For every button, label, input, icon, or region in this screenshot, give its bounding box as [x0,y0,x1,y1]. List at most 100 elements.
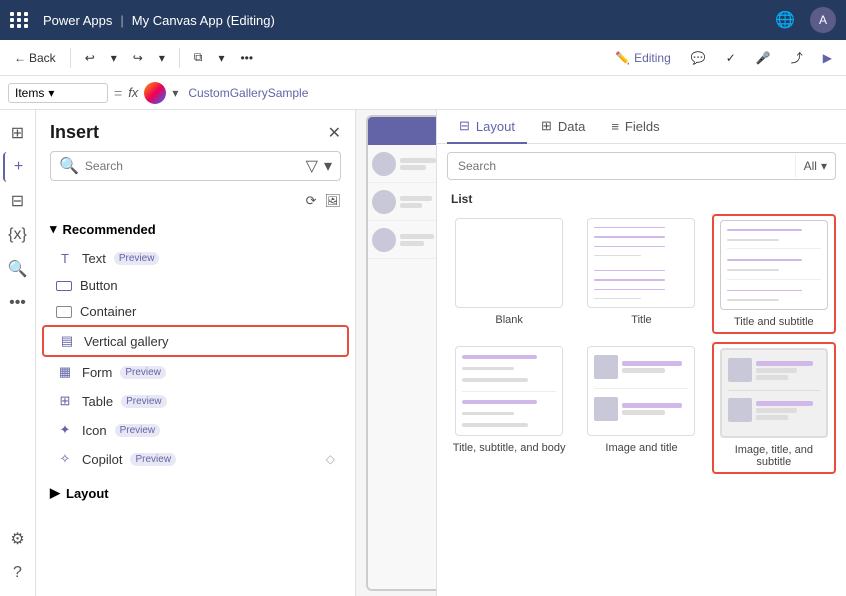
redo-button[interactable]: ↪ [127,48,149,68]
chevron-right-icon: ▶ [50,485,60,501]
insert-panel: Insert ✕ 🔍 ▽ ▾ ⟳ 🖼 ▾ Recommended T Text [36,110,356,596]
panel-header: Insert ✕ [36,110,355,151]
layout-preview-title-subtitle [720,220,828,310]
share-button[interactable]: ⤴ [785,46,809,69]
insert-item-table[interactable]: ⊞ Table Preview [42,387,349,415]
layout-item-title-subtitle[interactable]: Title and subtitle [712,214,836,334]
formula-dropdown-arrow[interactable]: ▾ [172,86,178,100]
layout-preview-blank [455,218,563,308]
insert-item-icon[interactable]: ✦ Icon Preview [42,416,349,444]
layout-item-image-title-subtitle[interactable]: Image, title, and subtitle [712,342,836,474]
layout-item-title-subtitle-body[interactable]: Title, subtitle, and body [447,342,571,474]
sidebar-insert-button[interactable]: + [3,152,33,182]
sidebar-settings-button[interactable]: ⚙ [3,524,33,554]
back-button[interactable]: ← Back [8,48,62,68]
toolbar-separator-1 [70,48,71,68]
redo-dropdown[interactable]: ▾ [153,48,171,68]
avatar-1 [372,152,396,176]
tab-layout[interactable]: ⊟ Layout [447,110,527,144]
fields-tab-icon: ≡ [611,119,619,134]
layout-label-title-subtitle: Title and subtitle [734,316,814,328]
waffle-menu[interactable] [10,12,29,28]
device-content [368,117,436,589]
img-icon-4 [728,398,752,422]
app-title: Power Apps [43,13,112,28]
account-icon[interactable]: A [810,7,836,33]
container-label: Container [80,304,136,319]
undo-dropdown[interactable]: ▾ [105,48,123,68]
copilot-label: Copilot [82,452,122,467]
file-title: My Canvas App (Editing) [132,13,275,28]
check-button[interactable]: ✓ [720,48,742,68]
insert-item-form[interactable]: ▦ Form Preview [42,358,349,386]
copy-dropdown[interactable]: ▾ [212,48,230,68]
comment-button[interactable]: 💬 [685,48,712,68]
layout-item-blank[interactable]: Blank [447,214,571,334]
layout-search: All ▾ [447,152,836,180]
copilot-extra-icon: ◇ [326,452,335,466]
sidebar-layers-button[interactable]: ⊞ [3,118,33,148]
more-options-button[interactable]: ••• [234,48,259,68]
device-header [368,117,436,145]
img-icon-3 [728,358,752,382]
table-icon: ⊞ [56,392,74,410]
data-tab-icon: ⊞ [541,118,552,134]
layout-grid: Blank Title [437,214,846,484]
recommended-section-header[interactable]: ▾ Recommended [42,215,349,243]
sidebar-help-button[interactable]: ? [3,558,33,588]
layout-item-title[interactable]: Title [579,214,703,334]
fields-tab-label: Fields [625,119,660,134]
sidebar-more-button[interactable]: ••• [3,288,33,318]
text-3 [400,232,436,248]
insert-item-container[interactable]: Container [42,299,349,324]
panel-close-button[interactable]: ✕ [328,123,341,143]
back-label: Back [29,51,56,65]
sidebar-data-button[interactable]: ⊟ [3,186,33,216]
filter-arrow-icon: ▾ [821,159,827,173]
img-icon-1 [594,355,618,379]
insert-item-copilot[interactable]: ✧ Copilot Preview ◇ [42,445,349,473]
layout-search-filter[interactable]: All ▾ [795,155,835,177]
search-bar-actions: ▽ ▾ [306,156,332,176]
layout-item-image-title[interactable]: Image and title [579,342,703,474]
sidebar-search-button[interactable]: 🔍 [3,254,33,284]
layout-section-header[interactable]: ▶ Layout [42,479,349,507]
canvas-area [356,110,436,596]
icon-badge: Preview [115,424,161,437]
text-1 [400,156,436,172]
layout-panel: ⊟ Layout ⊞ Data ≡ Fields All ▾ List [436,110,846,596]
global-icon[interactable]: 🌐 [774,9,796,31]
blank-content [462,225,556,301]
layout-search-input[interactable] [448,153,795,179]
tab-fields[interactable]: ≡ Fields [599,111,671,144]
sidebar-icons: ⊞ + ⊟ {x} 🔍 ••• ⚙ ? [0,110,36,596]
dropdown-arrow-icon[interactable]: ▾ [324,156,332,176]
refresh-icon[interactable]: ⟳ [306,193,317,209]
button-icon [56,281,72,291]
sidebar-variables-button[interactable]: {x} [3,220,33,250]
insert-item-vertical-gallery[interactable]: ▤ Vertical gallery [42,325,349,357]
undo-button[interactable]: ↩ [79,48,101,68]
property-label: Items [15,86,44,100]
device-list-item-1 [368,145,436,183]
text-2 [400,194,436,210]
fx-label: fx [128,85,138,100]
tab-data[interactable]: ⊞ Data [529,110,597,144]
layout-preview-image-title-subtitle [720,348,828,438]
insert-item-button[interactable]: Button [42,273,349,298]
image-icon[interactable]: 🖼 [324,193,341,209]
play-button[interactable]: ▶ [817,48,838,68]
table-badge: Preview [121,395,167,408]
insert-item-text[interactable]: T Text Preview [42,244,349,272]
mic-button[interactable]: 🎤 [750,48,777,68]
filter-icon[interactable]: ▽ [306,156,318,176]
search-input[interactable] [85,159,300,173]
form-label: Form [82,365,112,380]
form-icon: ▦ [56,363,74,381]
formula-input[interactable] [184,84,838,102]
panel-title: Insert [50,122,99,143]
copy-button[interactable]: ⧉ [188,47,209,68]
search-icon: 🔍 [59,156,79,176]
title-separator: | [120,13,123,28]
formula-property-dropdown[interactable]: Items ▾ [8,83,108,103]
